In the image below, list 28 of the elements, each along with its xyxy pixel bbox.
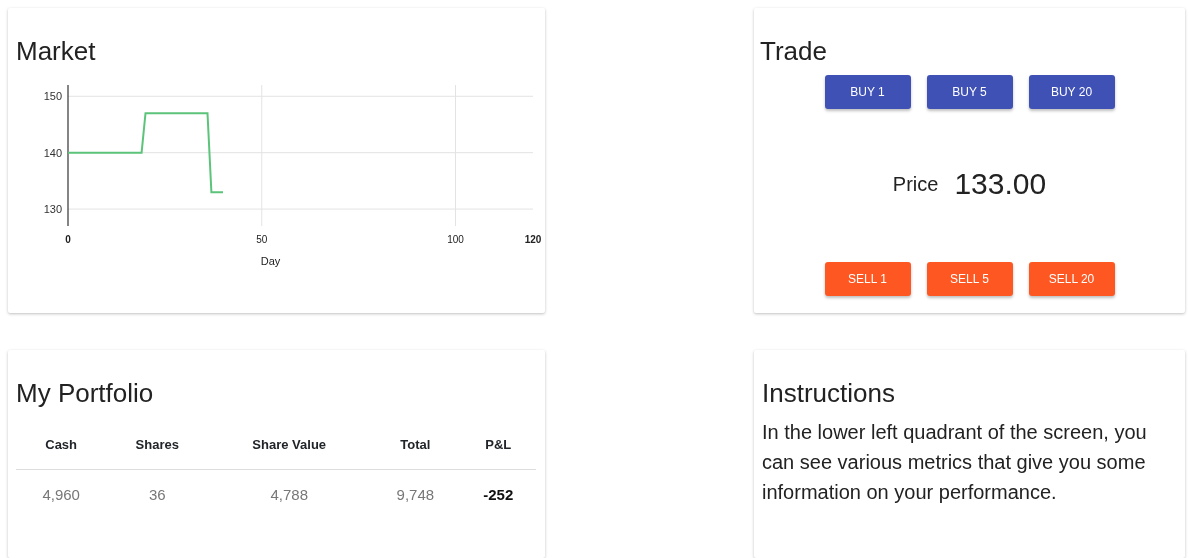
buy-button[interactable]: BUY 5 [926,75,1013,110]
card-title: My Portfolio [16,378,155,410]
axis-title: Day [260,255,281,268]
instructions-text: In the lower left quadrant of the screen, you can see various metrics that give you some information on your performance. [762,420,1148,506]
table-cell: 36 [106,469,209,521]
card-title: Trade [760,36,828,68]
column-header: Cash [16,421,107,470]
axis-label: 120 [524,234,542,246]
column-header: Shares [106,421,209,470]
axis-label: 150 [43,90,62,103]
table-cell: 4,788 [208,469,371,521]
axis-label: 0 [65,234,71,246]
price-label: Price [892,171,939,197]
column-header: Total [370,421,461,470]
card-title: Market [16,36,97,68]
buy-button[interactable]: BUY 20 [1028,75,1115,110]
table-cell: -252 [460,469,536,521]
axis-label: 100 [447,234,464,246]
buy-button[interactable]: BUY 1 [824,75,911,110]
table-cell: 4,960 [16,469,107,521]
table-cell: 9,748 [370,469,461,521]
column-header: Share Value [208,421,371,470]
card-title: Instructions [762,378,896,410]
axis-label: 50 [256,234,268,246]
column-header: P&L [460,421,536,470]
axis-label: 140 [43,146,62,159]
price-value: 133.00 [954,166,1047,203]
axis-label: 130 [43,203,62,216]
